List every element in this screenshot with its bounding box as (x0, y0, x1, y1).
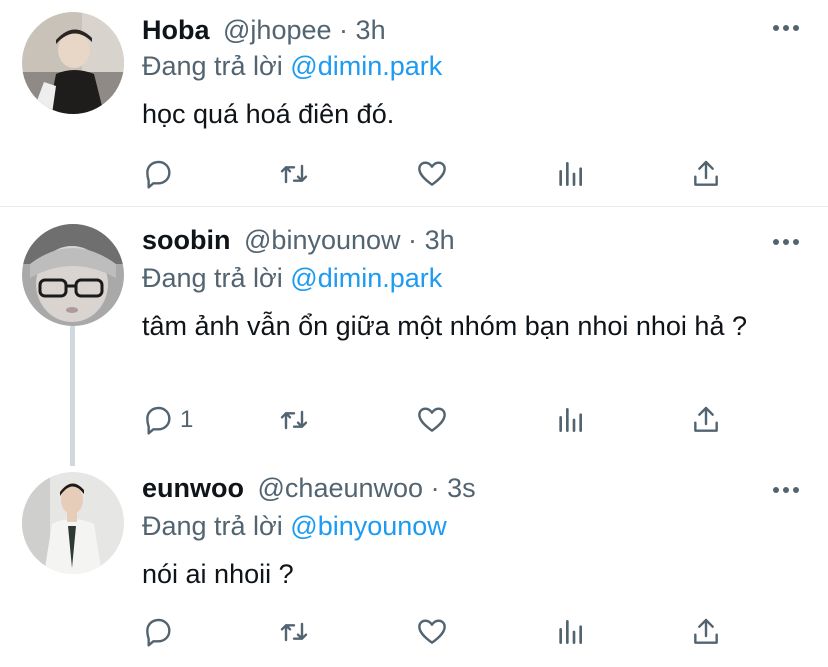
analytics-icon (559, 620, 582, 644)
like-button[interactable] (416, 402, 448, 438)
reply-icon (146, 618, 171, 647)
reply-count: 1 (180, 406, 194, 433)
tweet-1[interactable]: Hoba @jhopee · 3h Đang trả lời @dimin.pa… (0, 0, 828, 206)
mention-link[interactable]: @binyounow (290, 511, 447, 541)
avatar[interactable] (22, 472, 124, 574)
retweet-button[interactable] (278, 614, 310, 650)
share-icon (694, 160, 718, 186)
replying-to-label: Đang trả lời (142, 51, 283, 81)
timestamp[interactable]: 3h (425, 225, 455, 255)
display-name[interactable]: Hoba (142, 15, 210, 45)
retweet-icon (280, 164, 308, 184)
heart-icon (418, 161, 446, 186)
retweet-icon (280, 410, 308, 430)
user-handle[interactable]: @chaeunwoo (258, 473, 424, 503)
reply-icon (146, 406, 171, 435)
heart-icon (418, 619, 446, 644)
tweet-actions (142, 156, 742, 192)
like-button[interactable] (416, 156, 448, 192)
avatar[interactable] (22, 12, 124, 114)
share-button[interactable] (690, 614, 722, 650)
avatar-image (22, 12, 124, 114)
separator-dot: · (339, 15, 349, 45)
mention-link[interactable]: @dimin.park (290, 51, 442, 81)
analytics-button[interactable] (554, 402, 586, 438)
avatar-image (22, 224, 124, 326)
display-name[interactable]: eunwoo (142, 473, 244, 503)
tweet-header: Hoba @jhopee · 3h (142, 14, 386, 46)
retweet-icon (280, 622, 308, 642)
reply-button[interactable] (142, 156, 180, 192)
share-button[interactable] (690, 402, 722, 438)
more-icon[interactable] (772, 236, 800, 248)
tweet-3[interactable]: eunwoo @chaeunwoo · 3s Đang trả lời @bin… (0, 458, 828, 667)
reply-button[interactable]: 1 (142, 402, 193, 438)
share-icon (694, 618, 718, 644)
replying-to: Đang trả lời @dimin.park (142, 50, 442, 82)
like-button[interactable] (416, 614, 448, 650)
share-icon (694, 406, 718, 432)
display-name[interactable]: soobin (142, 225, 231, 255)
tweet-header: eunwoo @chaeunwoo · 3s (142, 472, 476, 504)
reply-icon (146, 160, 171, 189)
mention-link[interactable]: @dimin.park (290, 263, 442, 293)
heart-icon (418, 407, 446, 432)
replying-to-label: Đang trả lời (142, 263, 283, 293)
reply-button[interactable] (142, 614, 180, 650)
analytics-icon (559, 162, 582, 186)
tweet-text: nói ai nhoii ? (142, 559, 294, 589)
more-icon[interactable] (772, 484, 800, 496)
replying-to: Đang trả lời @dimin.park (142, 262, 442, 294)
retweet-button[interactable] (278, 402, 310, 438)
tweet-text: tâm ảnh vẫn ổn giữa một nhóm bạn nhoi nh… (142, 311, 747, 341)
tweet-header: soobin @binyounow · 3h (142, 224, 455, 256)
retweet-button[interactable] (278, 156, 310, 192)
avatar[interactable] (22, 224, 124, 326)
timestamp[interactable]: 3h (356, 15, 386, 45)
tweet-text: học quá hoá điên đó. (142, 99, 395, 129)
tweet-actions: 1 (142, 402, 742, 438)
more-icon[interactable] (772, 22, 800, 34)
tweet-2[interactable]: soobin @binyounow · 3h Đang trả lời @dim… (0, 210, 828, 466)
avatar-image (22, 472, 124, 574)
tweet-actions (142, 614, 742, 650)
tweet-divider (0, 206, 828, 207)
user-handle[interactable]: @jhopee (223, 15, 332, 45)
thread-connector (70, 326, 75, 466)
analytics-icon (559, 408, 582, 432)
separator-dot: · (430, 473, 440, 503)
timestamp[interactable]: 3s (447, 473, 476, 503)
analytics-button[interactable] (554, 156, 586, 192)
replying-to: Đang trả lời @binyounow (142, 510, 447, 542)
analytics-button[interactable] (554, 614, 586, 650)
user-handle[interactable]: @binyounow (244, 225, 401, 255)
replying-to-label: Đang trả lời (142, 511, 283, 541)
share-button[interactable] (690, 156, 722, 192)
separator-dot: · (408, 225, 418, 255)
